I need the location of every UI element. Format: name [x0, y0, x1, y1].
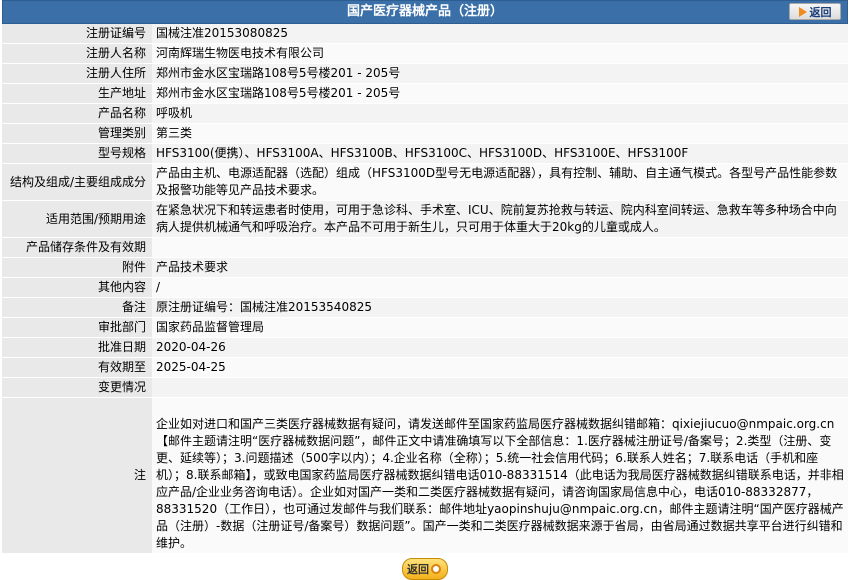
- note-text: 企业如对进口和国产三类医疗器械数据有疑问，请发送邮件至国家药监局医疗器械数据纠错…: [152, 397, 848, 554]
- arrow-right-icon: [798, 6, 807, 17]
- row-label: 产品储存条件及有效期: [2, 237, 152, 258]
- row-value: [152, 237, 848, 258]
- table-row: 注企业如对进口和国产三类医疗器械数据有疑问，请发送邮件至国家药监局医疗器械数据纠…: [2, 397, 848, 554]
- table-row: 其他内容 /: [2, 277, 848, 298]
- table-row: 注册人住所 郑州市金水区宝瑞路108号5号楼201 - 205号: [2, 63, 848, 84]
- row-label: 备注: [2, 297, 152, 318]
- row-value: 国家药品监督管理局: [152, 317, 848, 338]
- row-value: 产品技术要求: [152, 257, 848, 278]
- row-label: 其他内容: [2, 277, 152, 298]
- row-value: 2025-04-25: [152, 357, 848, 378]
- row-label: 产品名称: [2, 103, 152, 124]
- circle-icon: [431, 564, 441, 574]
- row-value: 第三类: [152, 123, 848, 144]
- back-button-bottom[interactable]: 返回: [402, 558, 448, 580]
- table-row: 适用范围/预期用途 在紧急状况下和转运患者时使用，可用于急诊科、手术室、ICU、院…: [2, 200, 848, 238]
- row-value: 2020-04-26: [152, 337, 848, 358]
- page-title: 国产医疗器械产品（注册）: [346, 4, 503, 19]
- back-button-label: 返回: [407, 563, 429, 576]
- row-value: 河南辉瑞生物医电技术有限公司: [152, 43, 848, 64]
- row-value: 郑州市金水区宝瑞路108号5号楼201 - 205号: [152, 63, 848, 84]
- row-label: 附件: [2, 257, 152, 278]
- table-row: 产品名称 呼吸机: [2, 103, 848, 124]
- row-value: 原注册证编号：国械注准20153540825: [152, 297, 848, 318]
- row-label: 有效期至: [2, 357, 152, 378]
- table-row: 备注 原注册证编号：国械注准20153540825: [2, 297, 848, 318]
- row-value: 呼吸机: [152, 103, 848, 124]
- back-button-label: 返回: [809, 5, 832, 19]
- row-label: 型号规格: [2, 143, 152, 164]
- row-label: 注册人住所: [2, 63, 152, 84]
- row-label: 批准日期: [2, 337, 152, 358]
- table-row: 生产地址 郑州市金水区宝瑞路108号5号楼201 - 205号: [2, 83, 848, 104]
- row-label: 注册人名称: [2, 43, 152, 64]
- table-row: 有效期至 2025-04-25: [2, 357, 848, 378]
- detail-table: 注册证编号 国械注准20153080825 注册人名称 河南辉瑞生物医电技术有限公司…: [2, 24, 848, 554]
- row-label: 适用范围/预期用途: [2, 200, 152, 238]
- table-row: 产品储存条件及有效期: [2, 237, 848, 258]
- table-row: 注册人名称 河南辉瑞生物医电技术有限公司: [2, 43, 848, 64]
- row-value: HFS3100(便携）、HFS3100A、HFS3100B、HFS3100C、H…: [152, 143, 848, 164]
- table-row: 批准日期 2020-04-26: [2, 337, 848, 358]
- row-label: 注册证编号: [2, 24, 152, 44]
- page-footer: 返回: [2, 554, 848, 580]
- row-label: 管理类别: [2, 123, 152, 144]
- table-row: 注册证编号 国械注准20153080825: [2, 24, 848, 44]
- row-value: /: [152, 277, 848, 298]
- row-value: [152, 377, 848, 398]
- row-label: 结构及组成/主要组成成分: [2, 163, 152, 201]
- back-button-top[interactable]: 返回: [789, 3, 841, 20]
- row-value: 产品由主机、电源适配器（选配）组成（HFS3100D型号无电源适配器），具有控制…: [152, 163, 848, 201]
- table-row: 审批部门 国家药品监督管理局: [2, 317, 848, 338]
- row-label: 审批部门: [2, 317, 152, 338]
- row-value: 在紧急状况下和转运患者时使用，可用于急诊科、手术室、ICU、院前复苏抢救与转运、…: [152, 200, 848, 238]
- row-label: 生产地址: [2, 83, 152, 104]
- table-row: 变更情况: [2, 377, 848, 398]
- row-value: 国械注准20153080825: [152, 24, 848, 44]
- table-row: 结构及组成/主要组成成分 产品由主机、电源适配器（选配）组成（HFS3100D型号…: [2, 163, 848, 201]
- row-value: 郑州市金水区宝瑞路108号5号楼201 - 205号: [152, 83, 848, 104]
- table-row: 附件 产品技术要求: [2, 257, 848, 278]
- page-header: 国产医疗器械产品（注册） 返回: [2, 0, 848, 24]
- row-label: 变更情况: [2, 377, 152, 398]
- table-row: 型号规格 HFS3100(便携）、HFS3100A、HFS3100B、HFS310…: [2, 143, 848, 164]
- page: 国产医疗器械产品（注册） 返回 注册证编号 国械注准20153080825 注册人…: [2, 0, 848, 580]
- note-label: 注: [2, 397, 152, 554]
- table-row: 管理类别 第三类: [2, 123, 848, 144]
